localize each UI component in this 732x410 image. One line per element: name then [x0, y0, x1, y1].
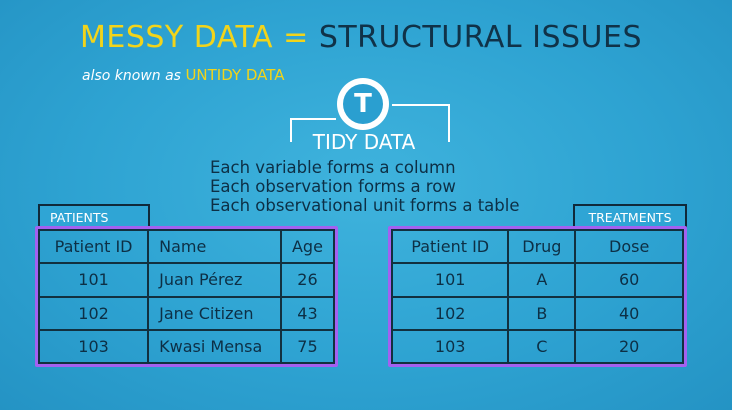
table-row: 102 Jane Citizen 43 — [37, 295, 336, 331]
table-cell: 75 — [279, 328, 336, 365]
table-cell: C — [507, 328, 577, 365]
table-cell: B — [507, 295, 577, 331]
table-cell: Juan Pérez — [147, 262, 282, 298]
table-row: 102 B 40 — [390, 295, 684, 331]
tidy-heading: TIDY DATA — [312, 130, 416, 154]
table-header-row: Patient ID Name Age — [37, 228, 336, 265]
column-header: Patient ID — [37, 228, 150, 265]
table-row: 101 A 60 — [390, 262, 684, 298]
treatments-table: Patient ID Drug Dose 101 A 60 102 B 40 1… — [388, 226, 687, 367]
tidy-logo-icon: T — [337, 78, 389, 130]
column-header: Name — [147, 228, 282, 265]
table-cell: 43 — [279, 295, 336, 331]
table-row: 103 Kwasi Mensa 75 — [37, 328, 336, 365]
table-cell: A — [507, 262, 577, 298]
tidy-rule: Each variable forms a column — [210, 158, 456, 177]
table-cell: 60 — [574, 262, 684, 298]
column-header: Dose — [574, 228, 684, 265]
table-cell: 102 — [390, 295, 510, 331]
slide-subtitle: also known as UNTIDY DATA — [82, 66, 285, 84]
table-cell: 103 — [390, 328, 510, 365]
table-cell: 101 — [37, 262, 150, 298]
table-cell: 102 — [37, 295, 150, 331]
column-header: Drug — [507, 228, 577, 265]
table-cell: 101 — [390, 262, 510, 298]
table-cell: 26 — [279, 262, 336, 298]
patients-table: Patient ID Name Age 101 Juan Pérez 26 10… — [35, 226, 338, 367]
tidy-rule: Each observation forms a row — [210, 177, 456, 196]
column-header: Patient ID — [390, 228, 510, 265]
title-messy: MESSY DATA — [80, 20, 274, 55]
tidy-rule: Each observational unit forms a table — [210, 196, 520, 215]
title-equals: = — [283, 20, 309, 55]
title-structural: STRUCTURAL ISSUES — [318, 20, 643, 55]
subtitle-prefix: also known as — [82, 68, 181, 84]
subtitle-untidy: UNTIDY DATA — [185, 66, 285, 84]
table-cell: Kwasi Mensa — [147, 328, 282, 365]
table-row: 103 C 20 — [390, 328, 684, 365]
table-header-row: Patient ID Drug Dose — [390, 228, 684, 265]
table-row: 101 Juan Pérez 26 — [37, 262, 336, 298]
slide-title: MESSY DATA = STRUCTURAL ISSUES — [80, 20, 642, 55]
tidy-rules: Each variable forms a column Each observ… — [210, 158, 520, 215]
table-cell: 40 — [574, 295, 684, 331]
table-cell: Jane Citizen — [147, 295, 282, 331]
tidy-logo-letter: T — [343, 84, 383, 124]
table-cell: 20 — [574, 328, 684, 365]
column-header: Age — [279, 228, 336, 265]
slide: MESSY DATA = STRUCTURAL ISSUES also know… — [0, 0, 732, 410]
table-cell: 103 — [37, 328, 150, 365]
